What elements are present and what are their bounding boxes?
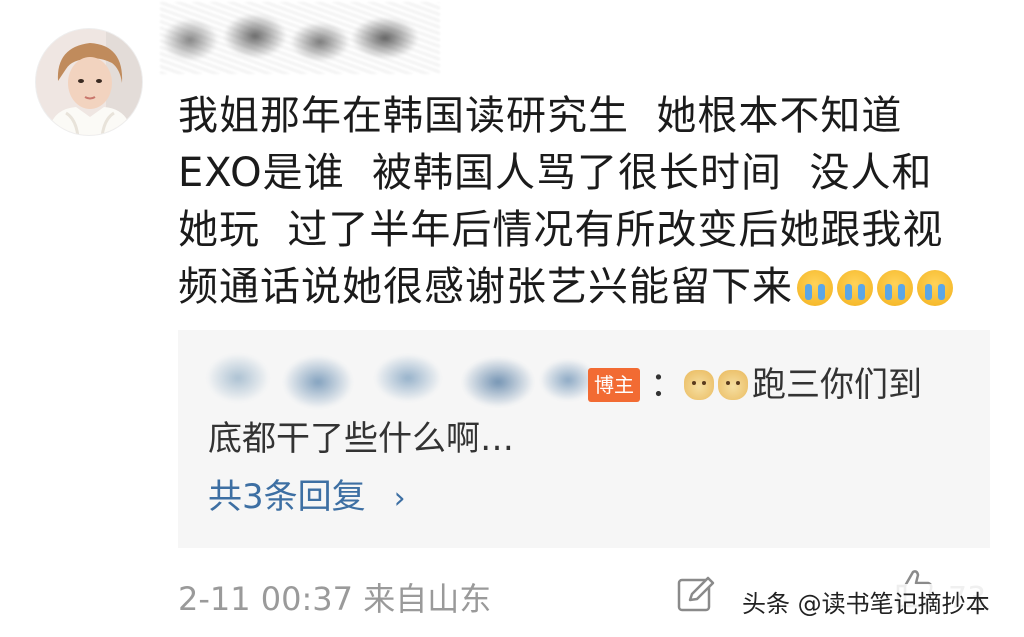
chevron-right-icon: › xyxy=(393,481,406,516)
dog-emoji-icon xyxy=(718,370,748,400)
comment-line-4: 频通话说她很感谢张艺兴能留下来 xyxy=(178,264,793,310)
comment-date: 2-11 xyxy=(178,580,251,618)
comment-line-1: 我姐那年在韩国读研究生 她根本不知道 xyxy=(178,93,903,139)
reply-separator: ： xyxy=(650,365,684,405)
crying-emoji-icon xyxy=(797,270,833,306)
reply-text-part1: 跑三你们到 xyxy=(752,365,922,405)
avatar[interactable] xyxy=(35,28,143,136)
comment-location: 来自山东 xyxy=(363,580,492,618)
author-badge: 博主 xyxy=(588,368,640,402)
reply-text-line-2: 底都干了些什么啊… xyxy=(208,419,514,459)
crying-emoji-icon xyxy=(917,270,953,306)
comment-line-2: EXO是谁 被韩国人骂了很长时间 没人和 xyxy=(178,150,933,196)
reply-username-redacted xyxy=(198,338,598,420)
comment-time: 00:37 xyxy=(260,580,354,618)
reply-edit-icon[interactable] xyxy=(676,574,716,614)
reply-text-line-1: ： 跑三你们到 xyxy=(650,360,980,410)
more-replies-label: 共3条回复 xyxy=(208,477,366,517)
avatar-image xyxy=(36,29,142,135)
comment-meta: 2-11 00:37 来自山东 xyxy=(178,577,491,621)
more-replies-link[interactable]: 共3条回复 › xyxy=(208,472,406,524)
comment-line-3: 她玩 过了半年后情况有所改变后她跟我视 xyxy=(178,207,944,253)
crying-emoji-icon xyxy=(877,270,913,306)
crying-emoji-icon xyxy=(837,270,873,306)
dog-emoji-icon xyxy=(684,370,714,400)
username-redacted xyxy=(160,2,440,74)
watermark: 头条 @读书笔记摘抄本 xyxy=(736,584,998,624)
reply-preview[interactable]: 博主 ： 跑三你们到 底都干了些什么啊… 共3条回复 › xyxy=(178,330,990,548)
comment-body: 我姐那年在韩国读研究生 她根本不知道 EXO是谁 被韩国人骂了很长时间 没人和 … xyxy=(178,88,998,316)
